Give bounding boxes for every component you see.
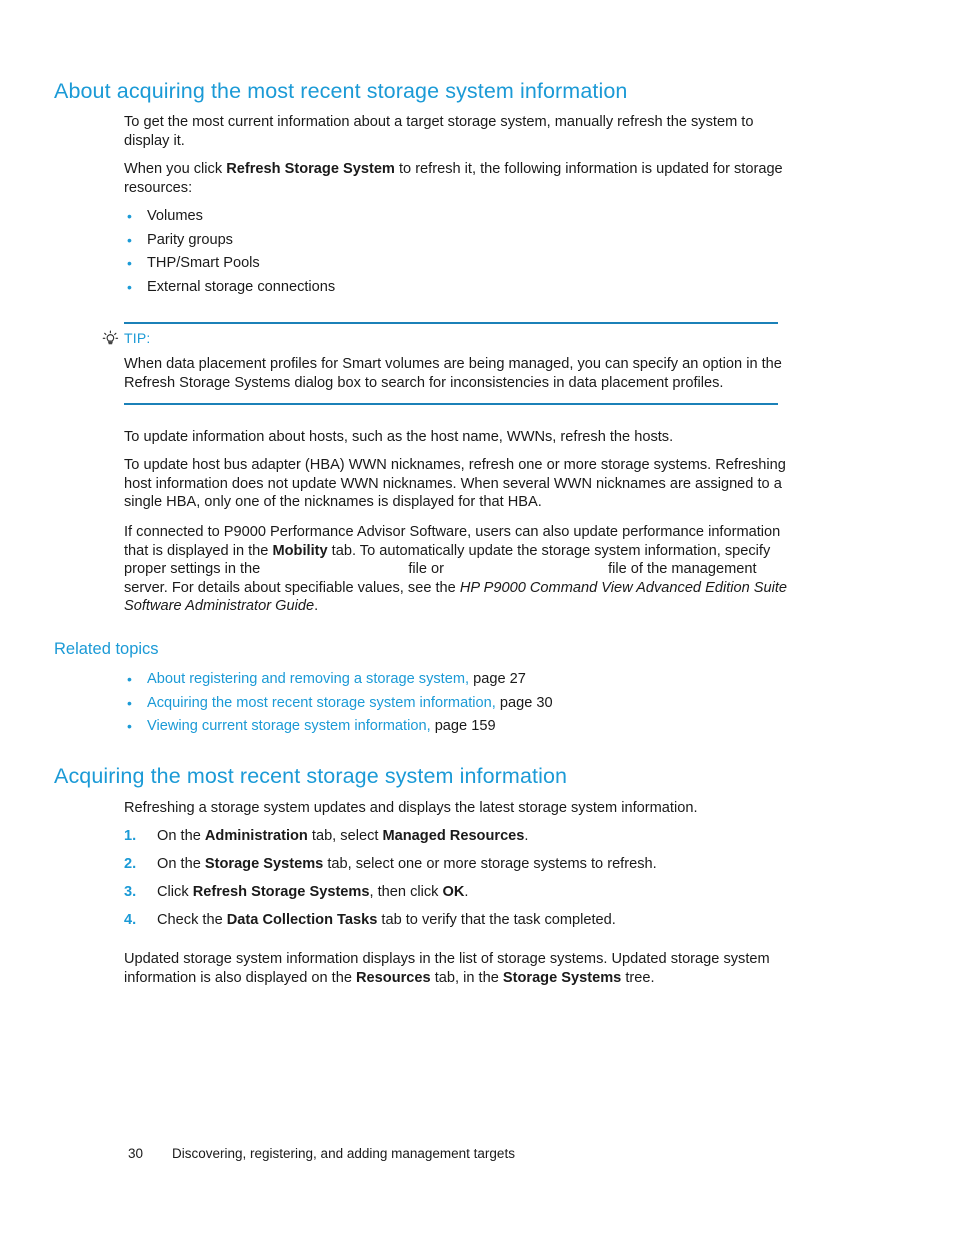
refresh-paragraph: When you click Refresh Storage System to… bbox=[124, 160, 800, 197]
bullet-icon: • bbox=[127, 718, 132, 734]
related-topics-list: • About registering and removing a stora… bbox=[124, 668, 800, 739]
procedure-steps-list: 1. On the Administration tab, select Man… bbox=[124, 826, 800, 938]
step-text-part1: Click bbox=[157, 884, 193, 900]
related-topic-page: page 159 bbox=[430, 718, 496, 734]
tip-bottom-rule bbox=[124, 403, 778, 405]
refresh-paragraph-pre: When you click bbox=[124, 161, 227, 177]
step-text-part3: . bbox=[524, 828, 529, 844]
ok-term: OK bbox=[442, 884, 465, 900]
intro-paragraph: To get the most current information abou… bbox=[124, 114, 754, 149]
list-item: 4. Check the Data Collection Tasks tab t… bbox=[124, 910, 800, 938]
pa-paragraph-part5: . bbox=[314, 598, 319, 614]
step-number: 4. bbox=[124, 912, 137, 928]
footer-page-number: 30 bbox=[128, 1146, 144, 1161]
closing-part2: tab, in the bbox=[430, 969, 503, 986]
list-item: 2. On the Storage Systems tab, select on… bbox=[124, 854, 800, 882]
step-text-part3: . bbox=[464, 884, 469, 900]
related-topic-link-text: Acquiring the most recent storage system… bbox=[147, 694, 492, 711]
step-text: On the Administration tab, select Manage… bbox=[157, 826, 528, 846]
tip-top-rule bbox=[124, 322, 778, 324]
bullet-icon: • bbox=[127, 208, 132, 224]
list-item: • About registering and removing a stora… bbox=[124, 668, 800, 692]
step-text-part1: On the bbox=[157, 856, 205, 872]
step-text-part1: Check the bbox=[157, 912, 227, 928]
related-topic-link-text: About registering and removing a storage… bbox=[147, 671, 465, 687]
page-title: About acquiring the most recent storage … bbox=[54, 79, 628, 103]
hba-paragraph: To update host bus adapter (HBA) WWN nic… bbox=[124, 457, 786, 510]
step-number: 2. bbox=[124, 856, 137, 872]
step-text: On the Storage Systems tab, select one o… bbox=[157, 854, 657, 874]
closing-paragraph: Updated storage system information displ… bbox=[124, 950, 800, 987]
step-text-part2: , then click bbox=[369, 884, 443, 900]
list-item: • Parity groups bbox=[124, 229, 800, 253]
managed-resources-term: Managed Resources bbox=[382, 828, 525, 844]
related-topic-link-text: Viewing current storage system informati… bbox=[147, 718, 427, 734]
related-topic-page: page 30 bbox=[495, 694, 553, 711]
mobility-term: Mobility bbox=[272, 542, 328, 559]
data-collection-tasks-term: Data Collection Tasks bbox=[226, 912, 378, 928]
related-topic-link[interactable]: About registering and removing a storage… bbox=[147, 668, 526, 692]
step-text-part2: tab to verify that the task completed. bbox=[377, 912, 616, 928]
related-topic-page: page 27 bbox=[469, 671, 526, 687]
closing-part3: tree. bbox=[621, 969, 655, 986]
lightbulb-icon bbox=[100, 329, 120, 349]
list-item: • Acquiring the most recent storage syst… bbox=[124, 692, 800, 716]
list-item: 1. On the Administration tab, select Man… bbox=[124, 826, 800, 854]
administration-tab-term: Administration bbox=[204, 828, 308, 844]
pa-paragraph-part3: file or bbox=[408, 561, 449, 577]
resources-tab-term: Resources bbox=[356, 969, 431, 986]
step-text-part2: tab, select one or more storage systems … bbox=[323, 856, 657, 872]
refresh-storage-systems-term: Refresh Storage Systems bbox=[192, 884, 370, 900]
list-item: • External storage connections bbox=[124, 276, 800, 300]
performance-advisor-paragraph: If connected to P9000 Performance Adviso… bbox=[124, 523, 800, 616]
bullet-icon: • bbox=[127, 255, 132, 271]
section-title-acquiring: Acquiring the most recent storage system… bbox=[54, 764, 568, 788]
tip-body: When data placement profiles for Smart v… bbox=[124, 356, 782, 391]
related-topic-link[interactable]: Acquiring the most recent storage system… bbox=[147, 692, 553, 716]
step-text-part1: On the bbox=[157, 828, 205, 844]
acquiring-intro-paragraph: Refreshing a storage system updates and … bbox=[124, 800, 698, 816]
tip-label: TIP: bbox=[124, 330, 151, 346]
related-topic-link[interactable]: Viewing current storage system informati… bbox=[147, 715, 496, 739]
bullet-icon: • bbox=[127, 231, 132, 248]
list-item-label: THP/Smart Pools bbox=[147, 255, 260, 271]
list-item-label: Volumes bbox=[147, 208, 203, 224]
list-item: 3. Click Refresh Storage Systems, then c… bbox=[124, 882, 800, 910]
storage-systems-tree-term: Storage Systems bbox=[502, 969, 622, 986]
list-item: • THP/Smart Pools bbox=[124, 252, 800, 276]
resource-bullet-list: • Volumes • Parity groups • THP/Smart Po… bbox=[124, 205, 800, 299]
step-text-part2: tab, select bbox=[307, 828, 383, 844]
related-topics-heading: Related topics bbox=[54, 640, 159, 658]
footer-chapter-title: Discovering, registering, and adding man… bbox=[172, 1146, 515, 1161]
step-text: Check the Data Collection Tasks tab to v… bbox=[157, 910, 616, 930]
document-page: About acquiring the most recent storage … bbox=[0, 0, 954, 1235]
refresh-storage-system-term: Refresh Storage System bbox=[226, 161, 395, 177]
list-item: • Volumes bbox=[124, 205, 800, 229]
list-item-label: Parity groups bbox=[147, 231, 233, 248]
list-item-label: External storage connections bbox=[147, 278, 336, 295]
bullet-icon: • bbox=[127, 671, 132, 687]
bullet-icon: • bbox=[127, 694, 132, 711]
bullet-icon: • bbox=[127, 278, 132, 295]
list-item: • Viewing current storage system informa… bbox=[124, 715, 800, 739]
storage-systems-tab-term: Storage Systems bbox=[204, 856, 324, 872]
step-number: 1. bbox=[124, 828, 137, 844]
hosts-paragraph: To update information about hosts, such … bbox=[124, 429, 674, 445]
step-number: 3. bbox=[124, 884, 137, 900]
step-text: Click Refresh Storage Systems, then clic… bbox=[157, 882, 468, 902]
